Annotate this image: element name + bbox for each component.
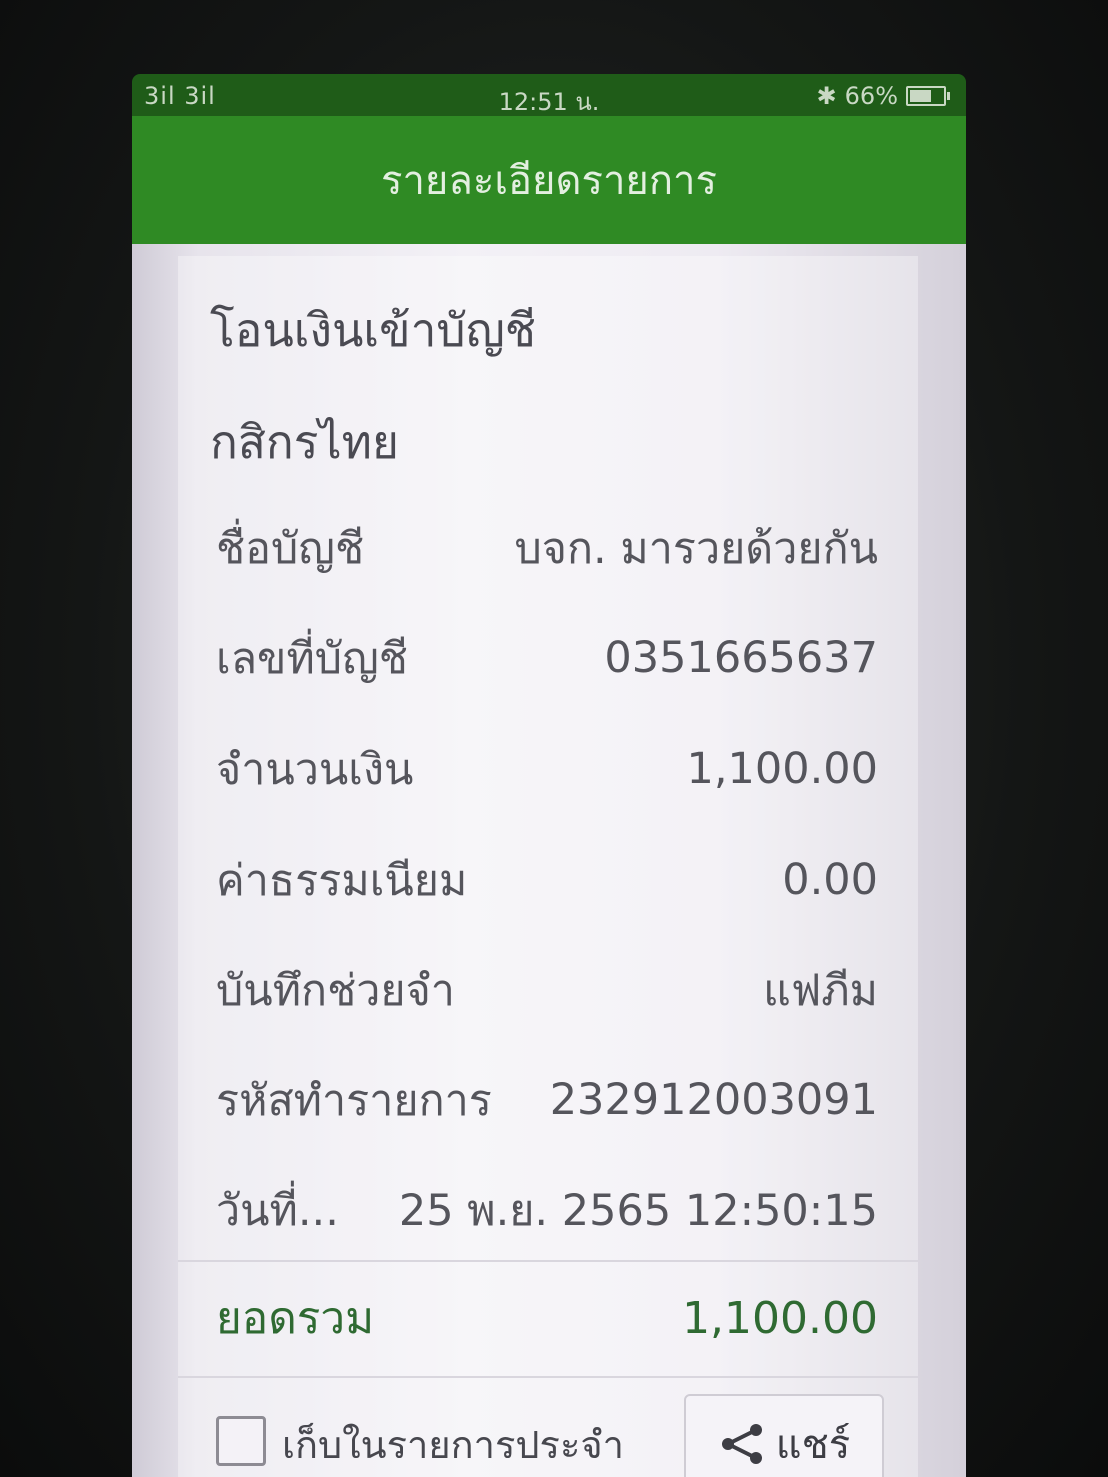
detail-value: 25 พ.ย. 2565 12:50:15 [398, 1186, 878, 1236]
save-favorite-checkbox[interactable] [216, 1416, 266, 1466]
detail-label: ค่าธรรมเนียม [216, 856, 468, 906]
battery-level [910, 90, 931, 102]
bank-name: กสิกรไทย [210, 415, 399, 469]
detail-label: บันทึกช่วยจำ [216, 966, 455, 1016]
battery-icon [906, 86, 950, 106]
share-icon [721, 1424, 762, 1464]
share-label: แชร์ [775, 1422, 851, 1468]
detail-value: แฟภีม [763, 966, 878, 1016]
transaction-type: โอนเงินเข้าบัญชี [210, 303, 537, 357]
detail-row-fee: ค่าธรรมเนียม 0.00 [216, 850, 878, 910]
detail-row-reference: รหัสทำรายการ 232912003091 [216, 1070, 878, 1130]
detail-label: วันที่... [216, 1186, 339, 1236]
phone-screen: 3il 3il 12:51 น. ✱ 66% รายละเอียดรายการ … [132, 74, 966, 1477]
share-button[interactable]: แชร์ [684, 1394, 884, 1477]
page-title: รายละเอียดรายการ [380, 158, 718, 204]
detail-label: ชื่อบัญชี [216, 524, 365, 574]
detail-row-date: วันที่... 25 พ.ย. 2565 12:50:15 [216, 1180, 878, 1240]
total-value: 1,100.00 [682, 1292, 878, 1344]
bluetooth-icon: ✱ [816, 82, 837, 110]
detail-row-memo: บันทึกช่วยจำ แฟภีม [216, 960, 878, 1020]
transaction-details: โอนเงินเข้าบัญชี กสิกรไทย ชื่อบัญชี บจก.… [132, 244, 966, 1477]
detail-row-amount: จำนวนเงิน 1,100.00 [216, 739, 878, 799]
divider [178, 1376, 918, 1378]
detail-value: บจก. มารวยด้วยกัน [514, 524, 878, 574]
detail-row-account-number: เลขที่บัญชี 0351665637 [216, 628, 878, 688]
transaction-card: โอนเงินเข้าบัญชี กสิกรไทย ชื่อบัญชี บจก.… [178, 256, 918, 1477]
detail-label: จำนวนเงิน [216, 745, 414, 795]
detail-value: 232912003091 [549, 1075, 878, 1125]
detail-value: 0351665637 [604, 633, 878, 683]
total-label: ยอดรวม [216, 1293, 375, 1344]
detail-value: 0.00 [782, 855, 878, 905]
detail-label: เลขที่บัญชี [216, 634, 408, 684]
action-bar: เก็บในรายการประจำ แชร์ [216, 1394, 916, 1477]
save-favorite-label[interactable]: เก็บในรายการประจำ [282, 1414, 624, 1475]
app-bar: รายละเอียดรายการ [132, 116, 966, 244]
total-row: ยอดรวม 1,100.00 [216, 1286, 878, 1350]
detail-row-account-name: ชื่อบัญชี บจก. มารวยด้วยกัน [216, 518, 878, 578]
detail-value: 1,100.00 [686, 744, 878, 794]
divider [178, 1260, 918, 1262]
status-bar: 3il 3il 12:51 น. ✱ 66% [132, 74, 966, 116]
detail-label: รหัสทำรายการ [216, 1076, 492, 1126]
status-right-group: ✱ 66% [816, 82, 950, 110]
battery-percent: 66% [844, 82, 898, 110]
